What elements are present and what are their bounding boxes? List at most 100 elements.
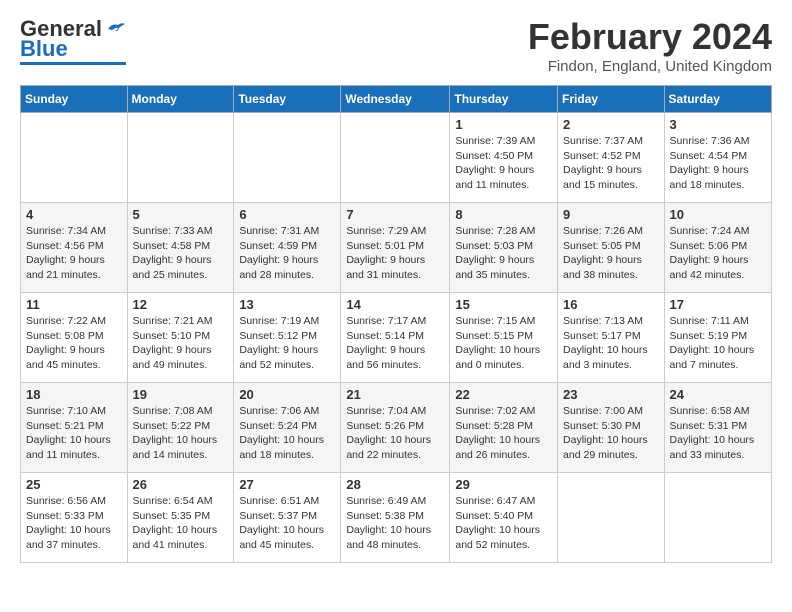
calendar-cell: 19Sunrise: 7:08 AM Sunset: 5:22 PM Dayli… [127, 383, 234, 473]
day-header-saturday: Saturday [664, 86, 771, 113]
day-number: 2 [563, 117, 659, 132]
main-title: February 2024 [528, 16, 772, 58]
day-info: Sunrise: 6:51 AM Sunset: 5:37 PM Dayligh… [239, 494, 335, 553]
day-info: Sunrise: 7:10 AM Sunset: 5:21 PM Dayligh… [26, 404, 122, 463]
calendar-cell: 12 Sunrise: 7:21 AM Sunset: 5:10 PM Dayli… [127, 293, 234, 383]
day-info: Sunrise: 7:04 AM Sunset: 5:26 PM Dayligh… [346, 404, 444, 463]
calendar-cell [234, 113, 341, 203]
calendar-cell: 17 Sunrise: 7:11 AM Sunset: 5:19 PM Dayli… [664, 293, 771, 383]
day-info: Sunrise: 7:02 AM Sunset: 5:28 PM Dayligh… [455, 404, 552, 463]
logo-bird-icon [106, 21, 126, 37]
day-info: Sunrise: 7:19 AM Sunset: 5:12 PM Dayligh… [239, 314, 335, 373]
day-number: 27 [239, 477, 335, 492]
day-number: 24 [670, 387, 766, 402]
day-number: 18 [26, 387, 122, 402]
calendar-week-3: 11 Sunrise: 7:22 AM Sunset: 5:08 PM Dayli… [21, 293, 772, 383]
calendar-cell: 25 Sunrise: 6:56 AM Sunset: 5:33 PM Dayli… [21, 473, 128, 563]
day-number: 14 [346, 297, 444, 312]
calendar-cell: 21Sunrise: 7:04 AM Sunset: 5:26 PM Dayli… [341, 383, 450, 473]
day-header-wednesday: Wednesday [341, 86, 450, 113]
day-number: 8 [455, 207, 552, 222]
day-number: 5 [133, 207, 229, 222]
calendar-cell: 20 Sunrise: 7:06 AM Sunset: 5:24 PM Dayli… [234, 383, 341, 473]
calendar-cell: 18 Sunrise: 7:10 AM Sunset: 5:21 PM Dayli… [21, 383, 128, 473]
calendar-cell [558, 473, 665, 563]
logo-underline [20, 62, 126, 65]
day-info: Sunrise: 6:58 AM Sunset: 5:31 PM Dayligh… [670, 404, 766, 463]
calendar-cell: 14 Sunrise: 7:17 AM Sunset: 5:14 PM Dayli… [341, 293, 450, 383]
day-info: Sunrise: 6:47 AM Sunset: 5:40 PM Dayligh… [455, 494, 552, 553]
calendar-cell: 4Sunrise: 7:34 AM Sunset: 4:56 PM Daylig… [21, 203, 128, 293]
calendar-cell: 5 Sunrise: 7:33 AM Sunset: 4:58 PM Daylig… [127, 203, 234, 293]
logo-blue: Blue [20, 38, 68, 60]
day-number: 3 [670, 117, 766, 132]
day-info: Sunrise: 7:31 AM Sunset: 4:59 PM Dayligh… [239, 224, 335, 283]
day-info: Sunrise: 7:36 AM Sunset: 4:54 PM Dayligh… [670, 134, 766, 193]
calendar-cell [341, 113, 450, 203]
day-info: Sunrise: 7:08 AM Sunset: 5:22 PM Dayligh… [133, 404, 229, 463]
day-header-sunday: Sunday [21, 86, 128, 113]
day-number: 25 [26, 477, 122, 492]
calendar-cell: 8 Sunrise: 7:28 AM Sunset: 5:03 PM Daylig… [450, 203, 558, 293]
calendar-cell: 2 Sunrise: 7:37 AM Sunset: 4:52 PM Daylig… [558, 113, 665, 203]
day-info: Sunrise: 7:33 AM Sunset: 4:58 PM Dayligh… [133, 224, 229, 283]
calendar-week-4: 18 Sunrise: 7:10 AM Sunset: 5:21 PM Dayli… [21, 383, 772, 473]
day-number: 28 [346, 477, 444, 492]
title-area: February 2024 Findon, England, United Ki… [528, 16, 772, 75]
calendar-cell: 26 Sunrise: 6:54 AM Sunset: 5:35 PM Dayli… [127, 473, 234, 563]
day-number: 1 [455, 117, 552, 132]
day-info: Sunrise: 7:39 AM Sunset: 4:50 PM Dayligh… [455, 134, 552, 193]
day-number: 11 [26, 297, 122, 312]
day-info: Sunrise: 6:56 AM Sunset: 5:33 PM Dayligh… [26, 494, 122, 553]
day-header-thursday: Thursday [450, 86, 558, 113]
day-number: 13 [239, 297, 335, 312]
header: General Blue February 2024 Findon, Engla… [20, 16, 772, 75]
calendar-cell: 27 Sunrise: 6:51 AM Sunset: 5:37 PM Dayli… [234, 473, 341, 563]
day-info: Sunrise: 7:29 AM Sunset: 5:01 PM Dayligh… [346, 224, 444, 283]
subtitle: Findon, England, United Kingdom [528, 58, 772, 75]
calendar-cell: 16 Sunrise: 7:13 AM Sunset: 5:17 PM Dayli… [558, 293, 665, 383]
day-header-monday: Monday [127, 86, 234, 113]
calendar-header-row: SundayMondayTuesdayWednesdayThursdayFrid… [21, 86, 772, 113]
calendar-cell: 6 Sunrise: 7:31 AM Sunset: 4:59 PM Daylig… [234, 203, 341, 293]
day-info: Sunrise: 7:22 AM Sunset: 5:08 PM Dayligh… [26, 314, 122, 373]
day-number: 23 [563, 387, 659, 402]
calendar-cell: 28Sunrise: 6:49 AM Sunset: 5:38 PM Dayli… [341, 473, 450, 563]
day-number: 10 [670, 207, 766, 222]
day-info: Sunrise: 7:28 AM Sunset: 5:03 PM Dayligh… [455, 224, 552, 283]
day-info: Sunrise: 7:11 AM Sunset: 5:19 PM Dayligh… [670, 314, 766, 373]
day-number: 6 [239, 207, 335, 222]
day-number: 7 [346, 207, 444, 222]
day-info: Sunrise: 7:37 AM Sunset: 4:52 PM Dayligh… [563, 134, 659, 193]
calendar-cell: 11 Sunrise: 7:22 AM Sunset: 5:08 PM Dayli… [21, 293, 128, 383]
calendar-week-1: 1 Sunrise: 7:39 AM Sunset: 4:50 PM Daylig… [21, 113, 772, 203]
day-number: 20 [239, 387, 335, 402]
day-info: Sunrise: 7:13 AM Sunset: 5:17 PM Dayligh… [563, 314, 659, 373]
day-info: Sunrise: 7:00 AM Sunset: 5:30 PM Dayligh… [563, 404, 659, 463]
calendar-cell: 3 Sunrise: 7:36 AM Sunset: 4:54 PM Daylig… [664, 113, 771, 203]
day-info: Sunrise: 7:26 AM Sunset: 5:05 PM Dayligh… [563, 224, 659, 283]
calendar-cell: 15 Sunrise: 7:15 AM Sunset: 5:15 PM Dayli… [450, 293, 558, 383]
day-number: 16 [563, 297, 659, 312]
calendar-cell: 13 Sunrise: 7:19 AM Sunset: 5:12 PM Dayli… [234, 293, 341, 383]
day-number: 29 [455, 477, 552, 492]
day-info: Sunrise: 7:34 AM Sunset: 4:56 PM Dayligh… [26, 224, 122, 283]
calendar-cell: 23 Sunrise: 7:00 AM Sunset: 5:30 PM Dayli… [558, 383, 665, 473]
calendar-cell: 22Sunrise: 7:02 AM Sunset: 5:28 PM Dayli… [450, 383, 558, 473]
day-number: 15 [455, 297, 552, 312]
calendar-cell [21, 113, 128, 203]
calendar-cell: 9Sunrise: 7:26 AM Sunset: 5:05 PM Daylig… [558, 203, 665, 293]
calendar-cell: 10 Sunrise: 7:24 AM Sunset: 5:06 PM Dayli… [664, 203, 771, 293]
day-number: 17 [670, 297, 766, 312]
day-number: 26 [133, 477, 229, 492]
day-number: 12 [133, 297, 229, 312]
day-info: Sunrise: 6:54 AM Sunset: 5:35 PM Dayligh… [133, 494, 229, 553]
day-info: Sunrise: 7:06 AM Sunset: 5:24 PM Dayligh… [239, 404, 335, 463]
day-info: Sunrise: 7:21 AM Sunset: 5:10 PM Dayligh… [133, 314, 229, 373]
day-info: Sunrise: 7:17 AM Sunset: 5:14 PM Dayligh… [346, 314, 444, 373]
day-header-tuesday: Tuesday [234, 86, 341, 113]
calendar-week-5: 25 Sunrise: 6:56 AM Sunset: 5:33 PM Dayli… [21, 473, 772, 563]
day-info: Sunrise: 7:15 AM Sunset: 5:15 PM Dayligh… [455, 314, 552, 373]
day-info: Sunrise: 7:24 AM Sunset: 5:06 PM Dayligh… [670, 224, 766, 283]
calendar-cell [127, 113, 234, 203]
